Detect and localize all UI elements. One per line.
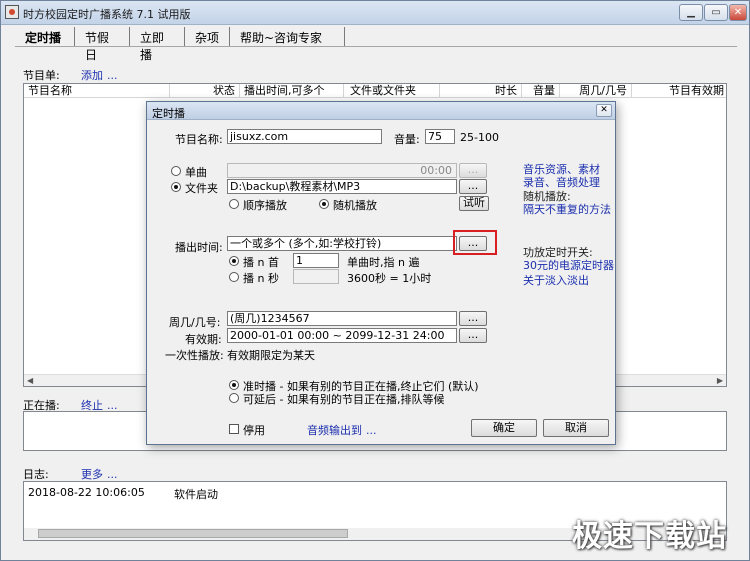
- tab-scheduled[interactable]: 定时播: [15, 27, 75, 46]
- weekday-button[interactable]: ...: [459, 311, 487, 326]
- log-message: 软件启动: [174, 488, 218, 501]
- folder-radio[interactable]: [171, 182, 181, 192]
- app-icon: [5, 5, 19, 19]
- watermark: 极速下载站: [572, 519, 727, 554]
- mode-exact-radio[interactable]: [229, 380, 239, 390]
- play-time-label: 播出时间:: [175, 241, 223, 254]
- play-seconds-note: 3600秒 = 1小时: [347, 272, 432, 285]
- scroll-left-icon[interactable]: ◀: [27, 376, 33, 385]
- program-list-label: 节目单:: [23, 69, 60, 82]
- tab-misc[interactable]: 杂项: [185, 27, 230, 46]
- tab-help[interactable]: 帮助~咨询专家: [230, 27, 345, 46]
- column-status[interactable]: 状态: [170, 84, 240, 98]
- volume-input[interactable]: 75: [425, 129, 455, 144]
- play-n-input[interactable]: 1: [293, 253, 339, 268]
- single-file-input[interactable]: 00:00: [227, 163, 457, 178]
- order-play-label: 顺序播放: [243, 199, 287, 212]
- disable-checkbox[interactable]: [229, 424, 239, 434]
- valid-input[interactable]: 2000-01-01 00:00 ~ 2099-12-31 24:00: [227, 328, 457, 343]
- folder-browse-button[interactable]: ...: [459, 179, 487, 194]
- column-volume[interactable]: 音量: [522, 84, 560, 98]
- column-validity[interactable]: 节目有效期: [632, 84, 726, 98]
- single-radio[interactable]: [171, 166, 181, 176]
- valid-label: 有效期:: [185, 333, 222, 346]
- dialog-title-bar: 定时播 ✕: [147, 102, 615, 120]
- tab-play-now[interactable]: 立即播: [130, 27, 185, 62]
- window-title: 时方校园定时广播系统 7.1 试用版: [23, 8, 191, 21]
- column-play-time[interactable]: 播出时间,可多个: [240, 84, 344, 98]
- play-n-seconds-label: 播 n 秒: [243, 272, 279, 285]
- tab-divider: [15, 46, 737, 47]
- column-name[interactable]: 节目名称: [24, 84, 170, 98]
- name-input[interactable]: jisuxz.com: [227, 129, 382, 144]
- disable-label: 停用: [243, 424, 265, 437]
- folder-label: 文件夹: [185, 182, 218, 195]
- once-value: 有效期限定为某天: [227, 349, 315, 362]
- highlight-box: [453, 230, 497, 255]
- log-time: 2018-08-22 10:06:05: [28, 486, 145, 499]
- volume-label: 音量:: [394, 133, 420, 146]
- log-scroll-thumb[interactable]: [38, 529, 348, 538]
- single-label: 单曲: [185, 166, 207, 179]
- dialog-title: 定时播: [152, 107, 185, 120]
- minimize-button[interactable]: ▁: [679, 4, 703, 21]
- cancel-button[interactable]: 取消: [543, 419, 609, 437]
- play-n-songs-label: 播 n 首: [243, 256, 279, 269]
- scroll-right-icon[interactable]: ▶: [717, 376, 723, 385]
- play-n-songs-radio[interactable]: [229, 256, 239, 266]
- mode-delay-label: 可延后 - 如果有别的节目正在播,排队等候: [243, 393, 445, 406]
- tab-holidays[interactable]: 节假日: [75, 27, 130, 62]
- schedule-dialog: 定时播 ✕ 节目名称: jisuxz.com 音量: 75 25-100 单曲 …: [146, 101, 616, 445]
- title-bar: 时方校园定时广播系统 7.1 试用版 ▁ ▭ ✕: [1, 1, 749, 25]
- play-time-input[interactable]: 一个或多个 (多个,如:学校打铃): [227, 236, 457, 251]
- ok-button[interactable]: 确定: [471, 419, 537, 437]
- weekday-label: 周几/几号:: [169, 316, 221, 329]
- maximize-button[interactable]: ▭: [704, 4, 728, 21]
- order-play-radio[interactable]: [229, 199, 239, 209]
- audio-output-link[interactable]: 音频输出到...: [307, 422, 377, 438]
- once-label: 一次性播放:: [165, 349, 224, 362]
- log-label: 日志:: [23, 468, 49, 481]
- fade-link[interactable]: 关于淡入淡出: [523, 272, 589, 288]
- close-button[interactable]: ✕: [729, 4, 747, 21]
- mode-delay-radio[interactable]: [229, 393, 239, 403]
- dialog-close-button[interactable]: ✕: [596, 104, 612, 117]
- volume-range: 25-100: [460, 131, 499, 144]
- play-n-note: 单曲时,指 n 遍: [347, 256, 420, 269]
- random-play-label: 随机播放: [333, 199, 377, 212]
- weekday-input[interactable]: (周几)1234567: [227, 311, 457, 326]
- name-label: 节目名称:: [175, 133, 223, 146]
- random-play-radio[interactable]: [319, 199, 329, 209]
- folder-path-input[interactable]: D:\backup\教程素材\MP3: [227, 179, 457, 194]
- random-method-link[interactable]: 隔天不重复的方法: [523, 201, 611, 217]
- play-seconds-input[interactable]: [293, 269, 339, 284]
- valid-button[interactable]: ...: [459, 328, 487, 343]
- single-browse-button[interactable]: ...: [459, 163, 487, 178]
- listen-button[interactable]: 试听: [459, 196, 489, 211]
- program-list-header: 节目名称 状态 播出时间,可多个 文件或文件夹 时长 音量 周几/几号 节目有效…: [24, 84, 726, 98]
- column-weekday[interactable]: 周几/几号: [560, 84, 632, 98]
- more-log-link[interactable]: 更多...: [81, 466, 118, 482]
- power-timer-link[interactable]: 30元的电源定时器: [523, 257, 614, 273]
- play-n-seconds-radio[interactable]: [229, 272, 239, 282]
- column-file[interactable]: 文件或文件夹: [344, 84, 440, 98]
- column-duration[interactable]: 时长: [440, 84, 522, 98]
- add-program-link[interactable]: 添加...: [81, 67, 118, 83]
